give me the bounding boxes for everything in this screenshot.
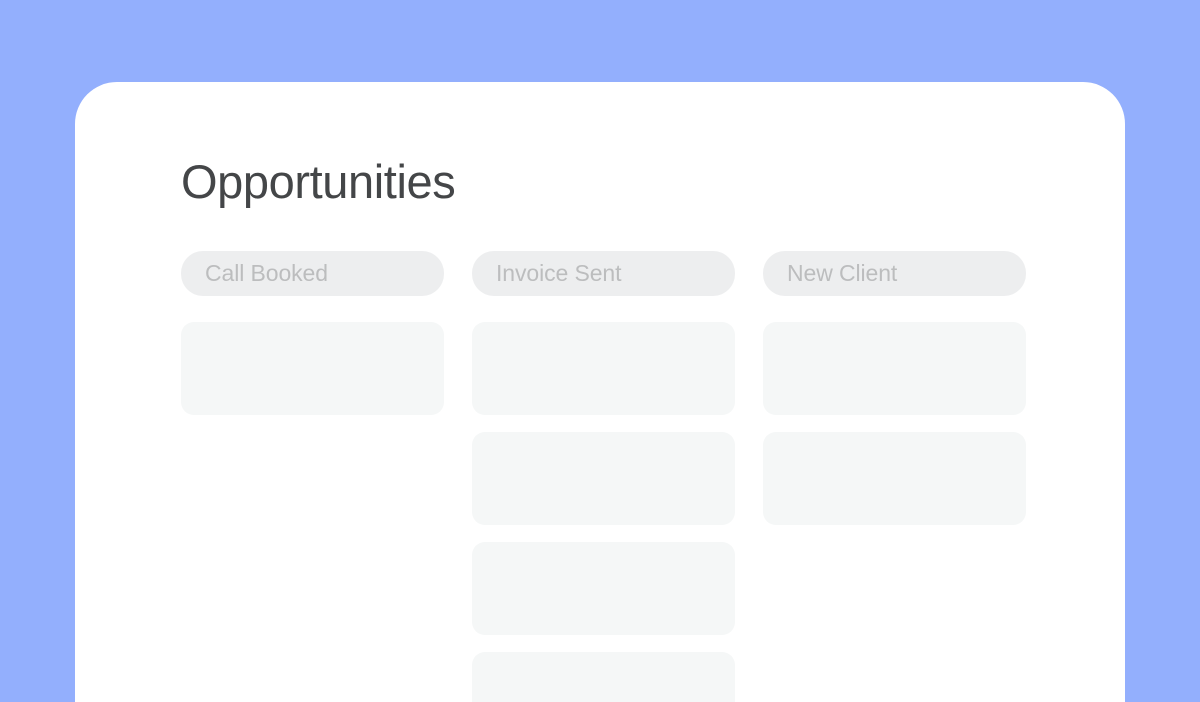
card-list-new-client [763, 322, 1026, 525]
deal-card[interactable] [763, 322, 1026, 415]
board-column-call-booked[interactable]: Call Booked [181, 251, 444, 415]
deal-card[interactable] [472, 322, 735, 415]
opportunities-board: Call Booked Invoice Sent New Client [181, 251, 1026, 702]
board-column-new-client[interactable]: New Client [763, 251, 1026, 525]
deal-card[interactable] [472, 542, 735, 635]
app-panel: Opportunities Call Booked Invoice Sent [75, 82, 1125, 702]
column-header-label: Call Booked [205, 262, 328, 285]
deal-card[interactable] [181, 322, 444, 415]
column-header-invoice-sent[interactable]: Invoice Sent [472, 251, 735, 296]
page-title: Opportunities [181, 158, 455, 205]
board-column-invoice-sent[interactable]: Invoice Sent [472, 251, 735, 702]
column-header-new-client[interactable]: New Client [763, 251, 1026, 296]
column-header-label: Invoice Sent [496, 262, 621, 285]
column-header-label: New Client [787, 262, 897, 285]
deal-card[interactable] [472, 652, 735, 702]
deal-card[interactable] [472, 432, 735, 525]
card-list-invoice-sent [472, 322, 735, 702]
column-header-call-booked[interactable]: Call Booked [181, 251, 444, 296]
card-list-call-booked [181, 322, 444, 415]
deal-card[interactable] [763, 432, 1026, 525]
